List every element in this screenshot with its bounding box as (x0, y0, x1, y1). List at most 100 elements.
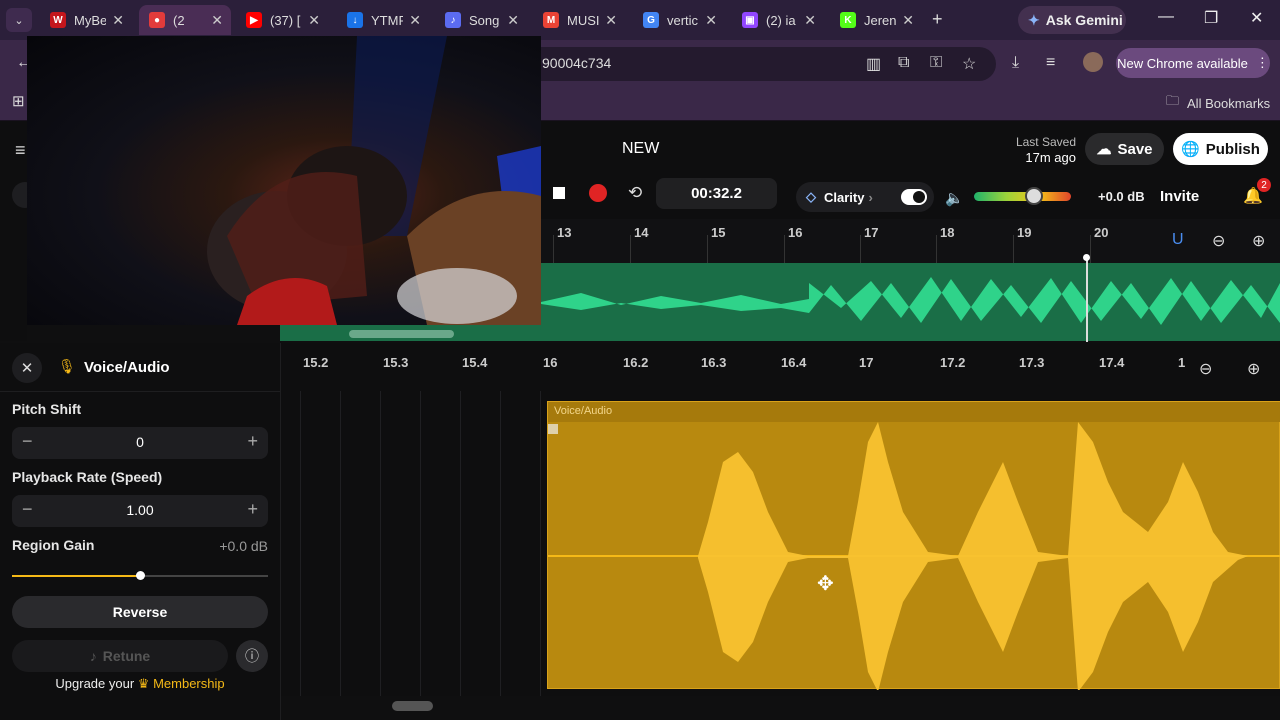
close-tab-icon[interactable]: ✕ (902, 12, 914, 29)
close-tab-icon[interactable]: ✕ (308, 12, 320, 29)
diamond-icon: ◇ (806, 189, 816, 204)
audio-region[interactable] (547, 401, 1280, 690)
media-control-icon[interactable]: ≡ (1046, 54, 1055, 72)
close-tab-icon[interactable]: ✕ (211, 12, 223, 29)
ruler-tick-label: 15.2 (303, 355, 329, 370)
project-name[interactable]: NEW (622, 140, 659, 158)
new-chrome-available-button[interactable]: New Chrome available ⋮ (1116, 48, 1270, 78)
waveform-yellow (548, 422, 1280, 690)
region-handle[interactable] (548, 424, 558, 434)
browser-tab[interactable]: Gvertic ✕ (633, 5, 725, 35)
volume-slider[interactable] (974, 192, 1071, 201)
ruler-tick-label: 17 (859, 355, 874, 370)
pitch-shift-value[interactable]: 0 (12, 434, 268, 450)
menu-icon[interactable]: ≡ (15, 140, 26, 161)
close-tab-icon[interactable]: ✕ (705, 12, 717, 29)
tab-title: vertic (667, 12, 699, 28)
key-icon[interactable]: ⚿ (930, 54, 942, 72)
video-overlay[interactable] (27, 36, 541, 325)
browser-tab[interactable]: W MyBe ✕ (40, 5, 132, 35)
region-gain-knob[interactable] (136, 571, 145, 580)
tab-title: MUSI (567, 12, 599, 28)
zoom-in-icon[interactable]: ⊕ (1247, 359, 1260, 379)
stop-button[interactable] (553, 187, 565, 199)
browser-tab[interactable]: K Jeren ✕ (830, 5, 922, 35)
audio-region-header[interactable] (548, 402, 1280, 422)
save-button[interactable]: ☁ Save (1085, 133, 1164, 165)
close-tab-icon[interactable]: ✕ (409, 12, 421, 29)
tab-title: (2) ia (766, 12, 796, 28)
install-app-icon[interactable]: ⧉ (898, 54, 909, 72)
time-display: 00:32.2 (656, 178, 777, 209)
info-button[interactable]: ⓘ (236, 640, 268, 672)
zoom-in-icon[interactable]: ⊕ (1252, 231, 1265, 251)
ruler-tick-label: 15.4 (462, 355, 488, 370)
clarity-toggle[interactable] (901, 189, 927, 205)
playhead[interactable] (1086, 258, 1088, 342)
retune-button[interactable]: ♪ Retune (12, 640, 228, 672)
playback-rate-value[interactable]: 1.00 (12, 502, 268, 518)
zoom-out-icon[interactable]: ⊖ (1212, 231, 1225, 251)
ruler-tick (936, 235, 937, 263)
volume-icon[interactable]: 🔈 (945, 189, 964, 207)
volume-db-readout: +0.0 dB (1098, 189, 1145, 204)
magnet-icon[interactable]: U (1172, 231, 1184, 249)
close-icon: ✕ (20, 360, 34, 377)
tab-search-button[interactable]: ⌄ (6, 8, 32, 32)
horizontal-scrollbar-top[interactable] (349, 330, 454, 338)
browser-tab[interactable]: ♪ Song ✕ (435, 5, 527, 35)
timeline-ruler-bottom[interactable]: 15.2 15.3 15.4 16 16.2 16.3 16.4 17 17.2 17.3 17.4… (281, 343, 1280, 392)
browser-tab[interactable]: ▣ (2) ia ✕ (732, 5, 824, 35)
microphone-icon: 🎙 (58, 358, 76, 374)
close-tab-icon[interactable]: ✕ (804, 12, 816, 29)
panel-title: Voice/Audio (84, 359, 170, 376)
close-panel-button[interactable]: ✕ (12, 353, 42, 383)
browser-tab[interactable]: M MUSI ✕ (533, 5, 625, 35)
browser-tab[interactable]: ↓ YTMP ✕ (337, 5, 429, 35)
close-tab-icon[interactable]: ✕ (507, 12, 519, 29)
browser-tab[interactable]: ▶ (37) [ ✕ (236, 5, 328, 35)
bookmark-star-icon[interactable]: ☆ (962, 54, 976, 74)
minimize-button[interactable]: — (1158, 8, 1174, 26)
close-tab-icon[interactable]: ✕ (112, 12, 124, 29)
playhead-handle[interactable] (1083, 254, 1090, 261)
volume-slider-knob[interactable] (1025, 187, 1044, 205)
loop-icon[interactable]: ⟲ (628, 183, 642, 203)
last-saved: Last Saved 17m ago (1015, 135, 1076, 165)
retune-icon: ♪ (89, 648, 97, 664)
tab-favicon-icon: ♪ (445, 12, 461, 28)
ruler-tick-label: 18 (940, 225, 955, 240)
zoom-out-icon[interactable]: ⊖ (1199, 359, 1212, 379)
ruler-tick (860, 235, 861, 263)
ruler-tick (784, 235, 785, 263)
reading-mode-icon[interactable]: ▥ (866, 54, 881, 74)
profile-avatar[interactable] (1083, 52, 1103, 72)
download-icon[interactable]: ⤓ (1012, 54, 1019, 72)
close-tab-icon[interactable]: ✕ (605, 12, 617, 29)
horizontal-scrollbar-bottom[interactable] (392, 701, 433, 711)
notification-badge: 2 (1257, 178, 1271, 192)
invite-button[interactable]: Invite (1160, 188, 1199, 205)
upgrade-prompt[interactable]: Upgrade your ♛ Membership (0, 676, 280, 692)
ruler-tick-label: 16.4 (781, 355, 807, 370)
tab-favicon-icon: ▶ (246, 12, 262, 28)
browser-tab[interactable]: ● (2 ✕ (139, 5, 231, 35)
apps-grid-icon[interactable]: ⊞ (12, 92, 25, 110)
new-tab-button[interactable]: + (932, 9, 943, 30)
all-bookmarks-button[interactable]: 🗀 All Bookmarks (1166, 92, 1270, 114)
restore-button[interactable]: ❐ (1204, 8, 1218, 28)
audio-track-waveform[interactable] (541, 263, 1280, 341)
globe-icon: 🌐 (1181, 141, 1200, 158)
publish-button[interactable]: 🌐 Publish (1173, 133, 1268, 165)
record-button[interactable] (589, 184, 607, 202)
ask-gemini-button[interactable]: ✦ Ask Gemini (1018, 6, 1126, 34)
playback-rate-label: Playback Rate (Speed) (12, 469, 163, 485)
plus-icon[interactable]: + (247, 431, 258, 452)
membership-link[interactable]: Membership (153, 676, 225, 691)
close-window-button[interactable]: ✕ (1250, 8, 1263, 28)
plus-icon[interactable]: + (247, 499, 258, 520)
tab-title: (37) [ (270, 12, 301, 28)
tab-title: Jeren (864, 12, 896, 28)
timeline-ruler-top[interactable]: 13 14 15 16 17 18 19 20 (541, 219, 1280, 263)
reverse-button[interactable]: Reverse (12, 596, 268, 628)
